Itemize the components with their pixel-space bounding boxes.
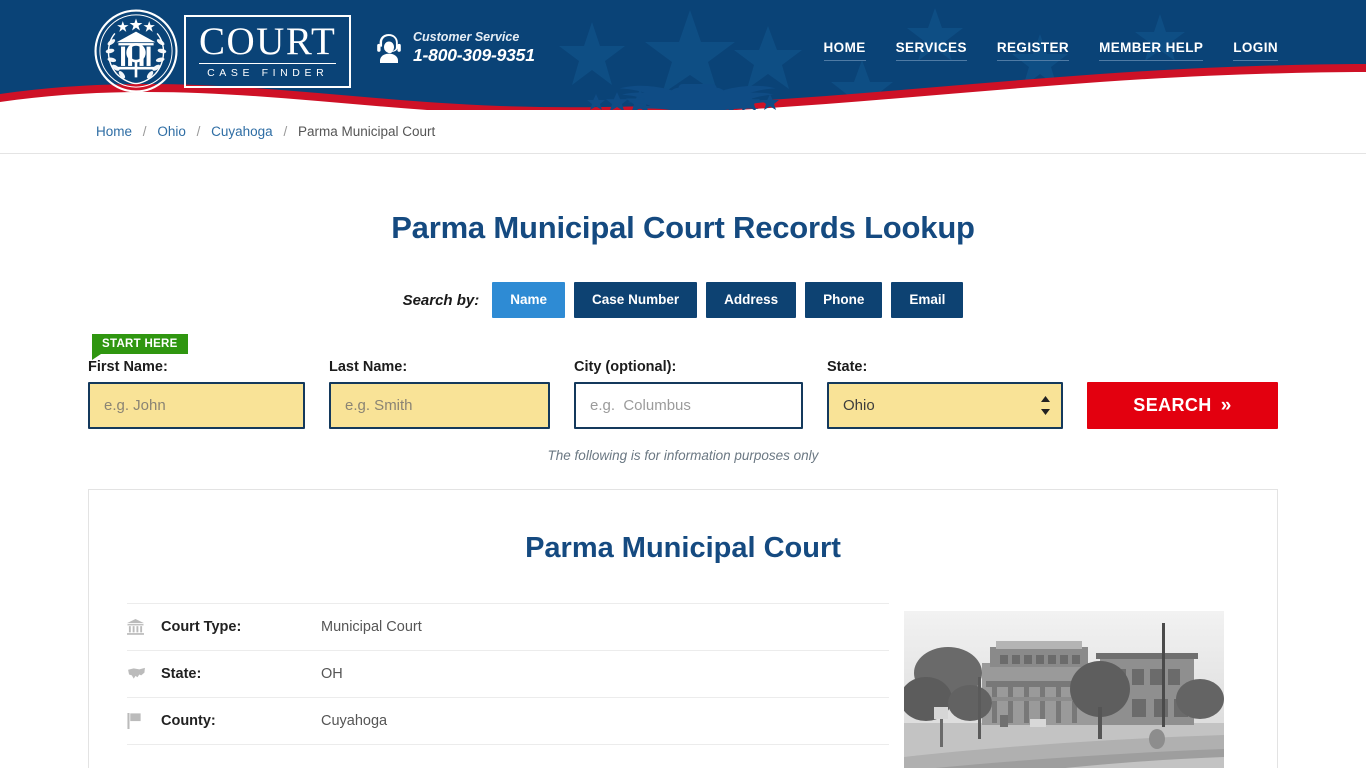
start-here-badge: START HERE: [92, 334, 188, 360]
detail-value: Cuyahoga: [321, 713, 388, 729]
state-select[interactable]: Ohio: [827, 382, 1063, 429]
court-card-title: Parma Municipal Court: [525, 532, 841, 564]
breadcrumb-item-home[interactable]: Home: [96, 124, 132, 139]
breadcrumb-separator: /: [283, 124, 288, 139]
disclaimer-text: The following is for information purpose…: [547, 448, 819, 463]
detail-key: State:: [161, 666, 202, 682]
court-info-card: Parma Municipal Court Court Type: Munici…: [88, 489, 1278, 768]
table-row-partial: [127, 744, 889, 768]
nav-item-home[interactable]: HOME: [823, 40, 866, 61]
tab-email[interactable]: Email: [891, 282, 964, 318]
flag-icon: [127, 713, 161, 729]
search-by-label: Search by:: [402, 291, 480, 309]
search-form-row: First Name: Last Name: City (optional): …: [88, 359, 1278, 429]
city-label: City (optional):: [574, 359, 677, 375]
table-row: County: Cuyahoga: [127, 697, 889, 744]
search-button-label: SEARCH: [1133, 395, 1212, 415]
city-input[interactable]: [574, 382, 803, 429]
last-name-field-group: Last Name:: [329, 359, 574, 429]
logo-line1: COURT: [199, 19, 337, 64]
nav-item-member-help[interactable]: MEMBER HELP: [1099, 40, 1204, 61]
logo-wordmark: COURT CASE FINDER: [184, 14, 352, 88]
breadcrumb-separator: /: [196, 124, 201, 139]
court-detail-list: Court Type: Municipal Court State: OH Co…: [127, 603, 889, 768]
first-name-label: First Name:: [88, 359, 168, 375]
logo-line2: CASE FINDER: [207, 66, 329, 79]
breadcrumb: Home / Ohio / Cuyahoga / Parma Municipal…: [88, 110, 1278, 153]
nav-item-login[interactable]: LOGIN: [1233, 40, 1278, 61]
tab-case-number[interactable]: Case Number: [574, 282, 698, 318]
table-row: State: OH: [127, 650, 889, 697]
customer-service-label: Customer Service: [413, 30, 520, 44]
first-name-field-group: First Name:: [88, 359, 329, 429]
chevron-double-right-icon: »: [1220, 395, 1232, 416]
tab-address[interactable]: Address: [706, 282, 797, 318]
breadcrumb-item-ohio[interactable]: Ohio: [157, 124, 186, 139]
table-row: Court Type: Municipal Court: [127, 603, 889, 650]
main-navigation: HOME SERVICES REGISTER MEMBER HELP LOGIN: [823, 40, 1278, 61]
tab-name[interactable]: Name: [492, 282, 566, 318]
last-name-label: Last Name:: [329, 359, 408, 375]
breadcrumb-bar: Home / Ohio / Cuyahoga / Parma Municipal…: [0, 110, 1366, 154]
state-label: State:: [827, 359, 868, 375]
usa-map-icon: [127, 667, 161, 681]
detail-key: Court Type:: [161, 619, 242, 635]
courthouse-photo: [904, 611, 1224, 768]
detail-key: County:: [161, 713, 216, 729]
last-name-input[interactable]: [329, 382, 550, 429]
breadcrumb-item-cuyahoga[interactable]: Cuyahoga: [211, 124, 273, 139]
courthouse-photo-column: [889, 603, 1239, 768]
detail-value: OH: [321, 666, 343, 682]
first-name-input[interactable]: [88, 382, 305, 429]
tab-phone[interactable]: Phone: [805, 282, 883, 318]
court-card-body: Court Type: Municipal Court State: OH Co…: [89, 603, 1277, 768]
search-by-tabs: Search by: Name Case Number Address Phon…: [88, 282, 1278, 318]
bank-icon: [127, 619, 161, 635]
nav-item-register[interactable]: REGISTER: [996, 40, 1070, 61]
page-title: Parma Municipal Court Records Lookup: [391, 210, 975, 245]
breadcrumb-item-current: Parma Municipal Court: [298, 124, 436, 139]
search-form: START HERE First Name: Last Name: City (…: [88, 334, 1278, 429]
search-button[interactable]: SEARCH »: [1087, 382, 1278, 429]
main-content: Parma Municipal Court Records Lookup Sea…: [88, 210, 1278, 768]
breadcrumb-separator: /: [142, 124, 147, 139]
headset-support-icon: [377, 33, 401, 63]
site-header: COURT CASE FINDER Customer Service 1-800…: [0, 0, 1366, 110]
detail-value: Municipal Court: [321, 619, 422, 635]
nav-item-services[interactable]: SERVICES: [895, 40, 967, 61]
city-field-group: City (optional):: [574, 359, 827, 429]
state-field-group: State: Ohio: [827, 359, 1087, 429]
customer-service-block[interactable]: Customer Service 1-800-309-9351: [374, 30, 535, 65]
customer-service-phone[interactable]: 1-800-309-9351: [413, 45, 535, 65]
court-seal-icon: [94, 9, 178, 93]
site-logo[interactable]: COURT CASE FINDER: [92, 7, 352, 95]
